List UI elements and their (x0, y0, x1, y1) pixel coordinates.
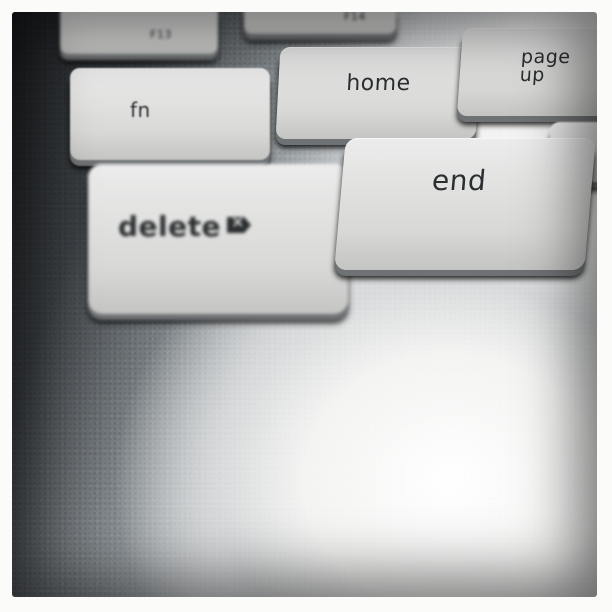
key-page-up: page up (456, 28, 597, 116)
key-fn-label: fn (130, 98, 151, 122)
key-fn: fn (70, 68, 270, 160)
key-page-up-label: page up (519, 46, 597, 86)
key-f13-label: F13 (150, 28, 172, 41)
key-delete-label: delete (118, 210, 348, 243)
key-home: home (275, 47, 481, 139)
keyboard-photo: F13 F14 fn home page up delete end (12, 12, 597, 597)
key-delete: delete (88, 164, 348, 314)
key-home-label: home (345, 71, 412, 96)
key-f14: F14 (244, 12, 396, 34)
key-end-label: end (430, 164, 488, 197)
key-f14-label: F14 (344, 12, 366, 23)
delete-forward-icon (227, 217, 251, 233)
key-f13: F13 (60, 12, 218, 54)
key-page-up-line2: up (519, 64, 546, 86)
key-end: end (334, 138, 596, 270)
photo-frame: F13 F14 fn home page up delete end (0, 0, 612, 612)
key-delete-text: delete (118, 210, 221, 243)
